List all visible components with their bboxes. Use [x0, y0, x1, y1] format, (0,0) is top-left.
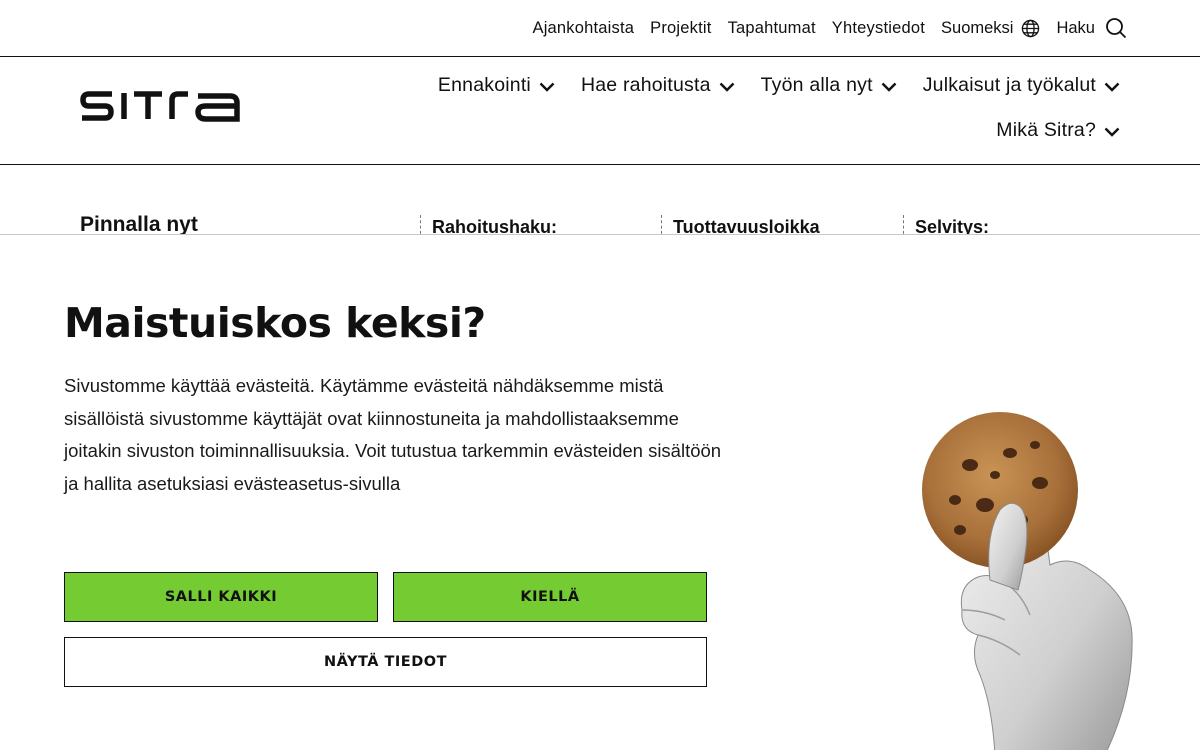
nav-ennakointi[interactable]: Ennakointi — [438, 74, 555, 97]
strip-item[interactable]: Selvitys: — [903, 215, 989, 235]
nav-label: Hae rahoitusta — [580, 74, 711, 96]
allow-all-button[interactable]: SALLI KAIKKI — [64, 572, 378, 622]
nav-label: Mikä Sitra? — [996, 119, 1096, 141]
show-details-button[interactable]: NÄYTÄ TIEDOT — [64, 637, 707, 687]
language-selector[interactable]: Suomeksi — [941, 19, 1040, 38]
chevron-down-icon — [881, 82, 897, 92]
link-ajankohtaista[interactable]: Ajankohtaista — [532, 19, 634, 38]
globe-icon — [1021, 19, 1040, 38]
search-label: Haku — [1056, 18, 1095, 37]
sitra-logo[interactable] — [80, 90, 240, 127]
nav-mika-sitra[interactable]: Mikä Sitra? — [996, 119, 1120, 142]
nav-hae-rahoitusta[interactable]: Hae rahoitusta — [581, 74, 735, 97]
chevron-down-icon — [1104, 127, 1120, 137]
nav-label: Julkaisut ja työkalut — [922, 74, 1096, 96]
utility-links: Ajankohtaista Projektit Tapahtumat Yhtey… — [532, 17, 1127, 39]
nav-julkaisut-ja-tyokalut[interactable]: Julkaisut ja työkalut — [923, 74, 1120, 97]
cookie-title: Maistuiskos keksi? — [64, 299, 486, 347]
chevron-down-icon — [1104, 82, 1120, 92]
logo-graphic — [80, 91, 240, 122]
chevron-down-icon — [539, 82, 555, 92]
cookie-description: Sivustomme käyttää evästeitä. Käytämme e… — [64, 375, 722, 494]
link-yhteystiedot[interactable]: Yhteystiedot — [832, 19, 925, 38]
highlights-strip: Pinnalla nyt Rahoitushaku: Tuottavuusloi… — [0, 165, 1200, 235]
strip-item[interactable]: Rahoitushaku: — [420, 215, 557, 235]
utility-bar: Ajankohtaista Projektit Tapahtumat Yhtey… — [0, 0, 1200, 57]
cookie-hand-image — [900, 405, 1150, 750]
main-nav: Ennakointi Hae rahoitusta Työn alla nyt … — [360, 74, 1120, 142]
strip-item-label: Rahoitushaku: — [432, 217, 558, 235]
language-label: Suomeksi — [941, 18, 1014, 37]
strip-item[interactable]: Tuottavuusloikka — [661, 215, 820, 235]
nav-label: Ennakointi — [437, 74, 531, 96]
strip-title: Pinnalla nyt — [80, 213, 198, 235]
deny-button[interactable]: KIELLÄ — [393, 572, 707, 622]
chevron-down-icon — [719, 82, 735, 92]
link-tapahtumat[interactable]: Tapahtumat — [728, 19, 816, 38]
search-icon — [1105, 17, 1127, 39]
strip-item-label: Tuottavuusloikka — [673, 217, 820, 235]
nav-tyon-alla-nyt[interactable]: Työn alla nyt — [761, 74, 897, 97]
strip-item-label: Selvitys: — [915, 217, 990, 235]
link-projektit[interactable]: Projektit — [650, 19, 711, 38]
search-button[interactable]: Haku — [1056, 17, 1127, 39]
cookie-consent-dialog: Maistuiskos keksi? Sivustomme käyttää ev… — [0, 234, 1200, 750]
main-header: Ennakointi Hae rahoitusta Työn alla nyt … — [0, 57, 1200, 165]
nav-label: Työn alla nyt — [760, 74, 873, 96]
